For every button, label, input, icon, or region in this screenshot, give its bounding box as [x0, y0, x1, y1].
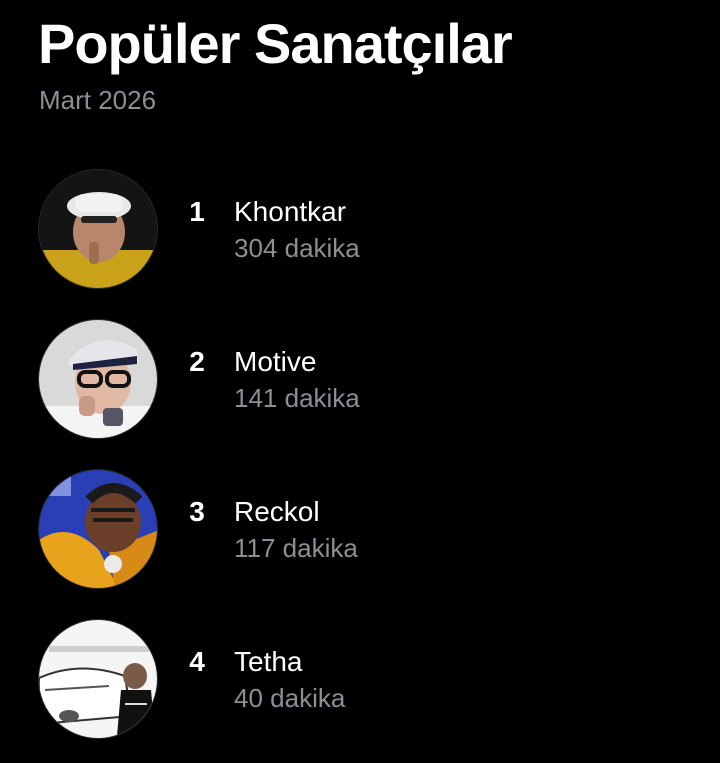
artist-rank: 3 [189, 496, 205, 527]
artist-minutes: 40 dakika [234, 683, 346, 713]
artist-avatar-2[interactable] [38, 319, 158, 439]
artist-row-3[interactable]: 3 Reckol 117 dakika [38, 469, 678, 591]
artist-minutes: 141 dakika [234, 383, 360, 413]
artist-list: 1 Khontkar 304 dakika 2 Motive 141 dakik… [0, 0, 720, 763]
artist-avatar-4[interactable] [38, 619, 158, 739]
artist-name[interactable]: Motive [234, 345, 316, 379]
artist-rank: 1 [189, 196, 205, 227]
artist-photo-icon [39, 470, 157, 588]
artist-row-2[interactable]: 2 Motive 141 dakika [38, 319, 678, 441]
artist-row-1[interactable]: 1 Khontkar 304 dakika [38, 169, 678, 291]
artist-minutes: 117 dakika [234, 533, 358, 563]
artist-minutes: 304 dakika [234, 233, 360, 263]
artist-rank: 4 [189, 646, 205, 677]
artist-name[interactable]: Tetha [234, 645, 303, 679]
artist-avatar-3[interactable] [38, 469, 158, 589]
artist-photo-icon [39, 320, 157, 438]
artist-rank: 2 [189, 346, 205, 377]
artist-name[interactable]: Reckol [234, 495, 320, 529]
artist-avatar-1[interactable] [38, 169, 158, 289]
artist-photo-icon [39, 620, 157, 738]
artist-photo-icon [39, 170, 157, 288]
artist-name[interactable]: Khontkar [234, 195, 346, 229]
artist-row-4[interactable]: 4 Tetha 40 dakika [38, 619, 678, 741]
